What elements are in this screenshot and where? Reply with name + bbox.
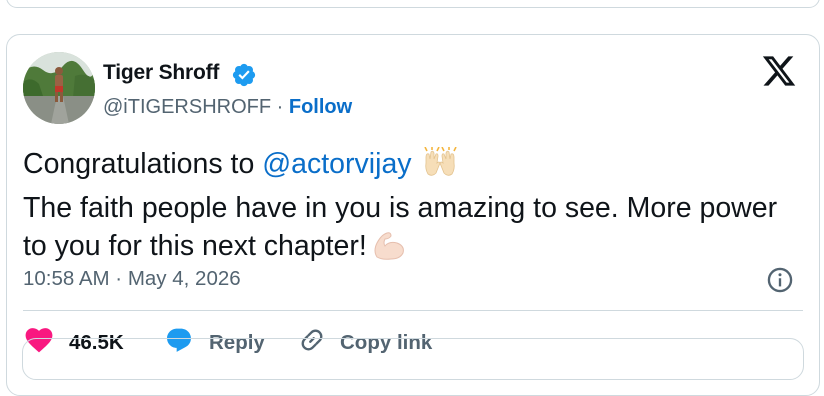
actions-divider xyxy=(23,310,803,311)
info-icon[interactable] xyxy=(766,266,794,294)
flexed-biceps-emoji-icon xyxy=(371,229,407,271)
previous-card-edge xyxy=(6,0,820,8)
x-logo-icon[interactable] xyxy=(761,53,797,89)
mention-link[interactable]: @actorvijay xyxy=(262,148,411,180)
tweet-timestamp[interactable]: 10:58 AM · May 4, 2026 xyxy=(23,267,241,291)
author-handle-row: @iTIGERSHROFF · Follow xyxy=(103,96,352,119)
raising-hands-emoji-icon xyxy=(422,146,458,189)
author-name[interactable]: Tiger Shroff xyxy=(103,61,219,85)
next-card-edge xyxy=(22,338,804,380)
follow-button[interactable]: Follow xyxy=(289,96,352,118)
avatar-photo xyxy=(23,52,95,124)
tweet-text-prefix: Congratulations to xyxy=(23,148,263,180)
verified-badge-icon xyxy=(232,63,256,87)
author-handle[interactable]: @iTIGERSHROFF xyxy=(103,96,271,118)
handle-separator: · xyxy=(276,96,284,118)
tweet-text: Congratulations to @actorvijay The faith… xyxy=(23,145,783,271)
avatar[interactable] xyxy=(23,52,95,124)
